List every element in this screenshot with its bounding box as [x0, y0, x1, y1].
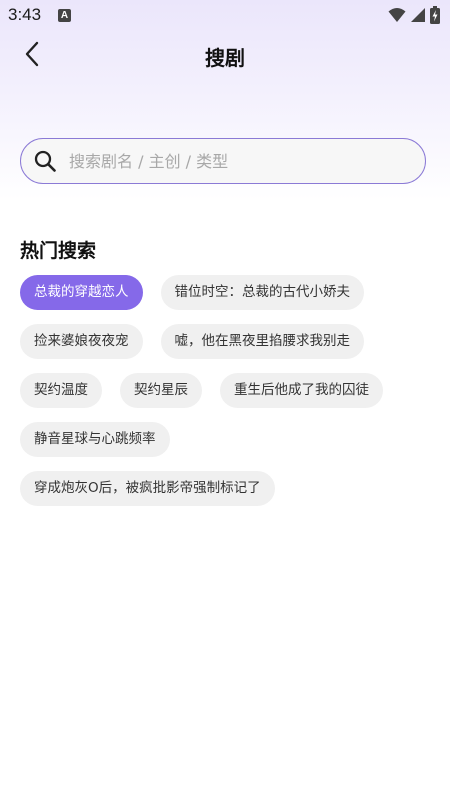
header: 搜剧 — [0, 32, 450, 80]
page-title: 搜剧 — [205, 46, 245, 70]
hot-search-tag[interactable]: 穿成炮灰O后，被疯批影帝强制标记了 — [20, 471, 275, 506]
hot-search-tag[interactable]: 重生后他成了我的囚徒 — [220, 373, 383, 408]
hot-search-tag[interactable]: 错位时空：总裁的古代小娇夫 — [160, 275, 364, 310]
hot-search-title: 热门搜索 — [20, 240, 97, 262]
hot-search-tag[interactable]: 捡来婆娘夜夜宠 — [20, 324, 143, 359]
search-bar[interactable] — [20, 138, 426, 184]
status-time: 3:43 — [8, 5, 42, 24]
battery-charging-icon — [430, 6, 440, 28]
status-bar: 3:43 A — [0, 0, 450, 32]
hot-search-tag[interactable]: 总裁的穿越恋人 — [20, 275, 143, 310]
hot-search-tags: 总裁的穿越恋人 错位时空：总裁的古代小娇夫 捡来婆娘夜夜宠 嘘，他在黑夜里掐腰求… — [20, 275, 430, 506]
hot-search-tag[interactable]: 契约温度 — [20, 373, 102, 408]
hot-search-tag[interactable]: 嘘，他在黑夜里掐腰求我别走 — [160, 324, 364, 359]
wifi-icon — [388, 7, 406, 27]
search-input[interactable] — [67, 150, 391, 172]
hot-search-tag[interactable]: 静音星球与心跳频率 — [20, 422, 170, 457]
search-icon — [33, 149, 57, 173]
a-icon: A — [58, 9, 71, 22]
signal-icon — [410, 7, 426, 27]
hot-search-tag[interactable]: 契约星辰 — [120, 373, 202, 408]
